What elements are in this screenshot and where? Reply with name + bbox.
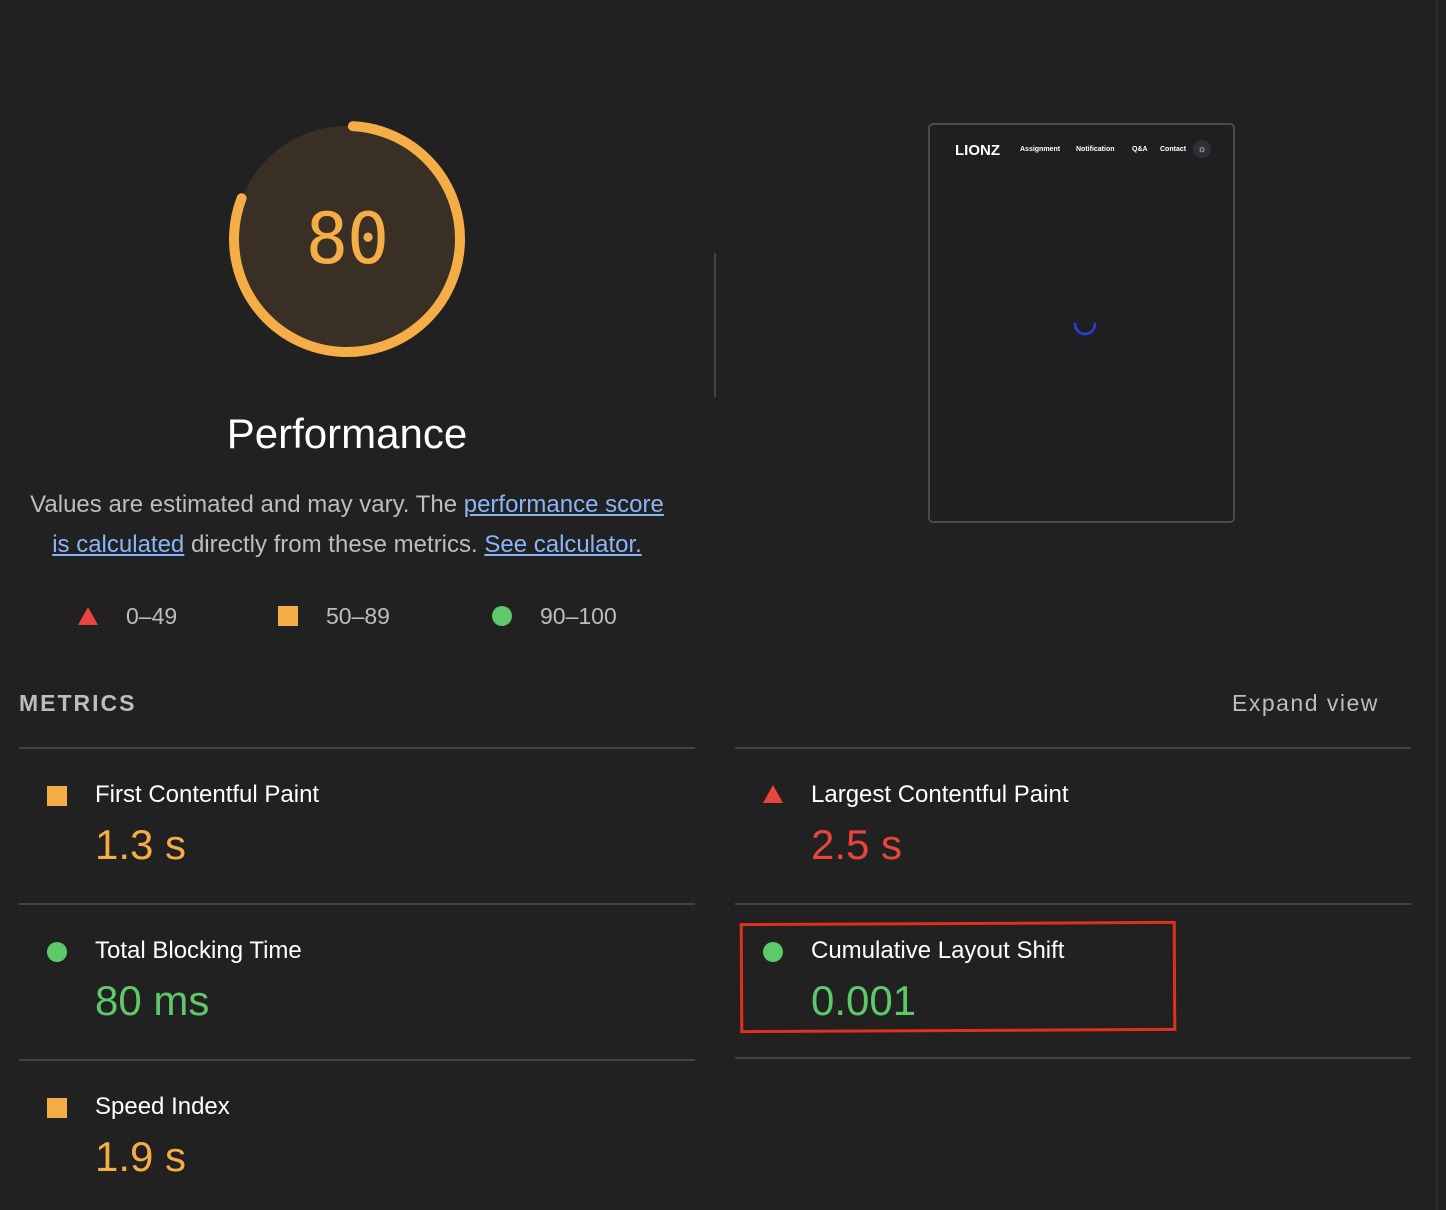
metric-value: 80 ms	[95, 977, 210, 1024]
legend-fail: 0–49	[78, 600, 177, 632]
see-calculator-link[interactable]: See calculator.	[484, 531, 641, 558]
performance-score-gauge: 80	[226, 118, 468, 360]
metric-largest-contentful-paint: Largest Contentful Paint 2.5 s	[735, 749, 1395, 889]
description-text: Values are estimated and may vary. The	[30, 491, 464, 518]
metrics-divider	[735, 1057, 1411, 1059]
metric-total-blocking-time: Total Blocking Time 80 ms	[19, 905, 679, 1045]
loading-spinner-icon	[1073, 322, 1097, 336]
metric-label: Speed Index	[95, 1093, 230, 1120]
square-icon	[47, 786, 67, 806]
circle-icon	[47, 942, 67, 962]
metric-label: Total Blocking Time	[95, 937, 302, 964]
square-icon	[47, 1098, 67, 1118]
triangle-icon	[763, 785, 783, 803]
circle-icon	[492, 606, 512, 626]
description-text-middle: directly from these metrics.	[184, 531, 485, 558]
legend-pass: 90–100	[492, 600, 617, 632]
metric-label: Largest Contentful Paint	[811, 781, 1069, 808]
lighthouse-report: 80 Performance Values are estimated and …	[0, 0, 1446, 1210]
metric-value: 2.5 s	[811, 821, 903, 868]
metric-first-contentful-paint: First Contentful Paint 1.3 s	[19, 749, 679, 889]
thumbnail-nav-item: Notification	[1076, 146, 1115, 153]
score-value: 80	[305, 198, 389, 280]
triangle-icon	[78, 607, 98, 625]
sun-icon: ☼	[1193, 140, 1211, 158]
thumbnail-logo: LIONZ	[955, 142, 1000, 159]
metric-speed-index: Speed Index 1.9 s	[19, 1061, 679, 1201]
metric-value: 1.3 s	[95, 821, 187, 868]
annotation-highlight-box	[739, 920, 1177, 1034]
legend-range: 0–49	[126, 602, 178, 629]
page-screenshot-thumbnail[interactable]: LIONZ Assignment Notification Q&A Contac…	[928, 123, 1235, 523]
legend-range: 50–89	[326, 602, 390, 629]
expand-view-toggle[interactable]: Expand view	[1232, 690, 1379, 717]
metric-label: First Contentful Paint	[95, 781, 320, 808]
square-icon	[278, 606, 298, 626]
metrics-heading: METRICS	[19, 690, 137, 716]
thumbnail-nav-item: Assignment	[1020, 146, 1061, 153]
score-description: Values are estimated and may vary. The p…	[22, 485, 672, 565]
legend-average: 50–89	[278, 600, 390, 632]
panel-edge	[1436, 0, 1438, 1210]
thumbnail-nav-item: Q&A	[1132, 146, 1148, 153]
thumbnail-nav-item: Contact	[1160, 146, 1187, 153]
score-title: Performance	[226, 410, 468, 457]
legend-range: 90–100	[540, 602, 617, 629]
vertical-divider	[714, 253, 716, 397]
metric-value: 1.9 s	[95, 1133, 187, 1180]
